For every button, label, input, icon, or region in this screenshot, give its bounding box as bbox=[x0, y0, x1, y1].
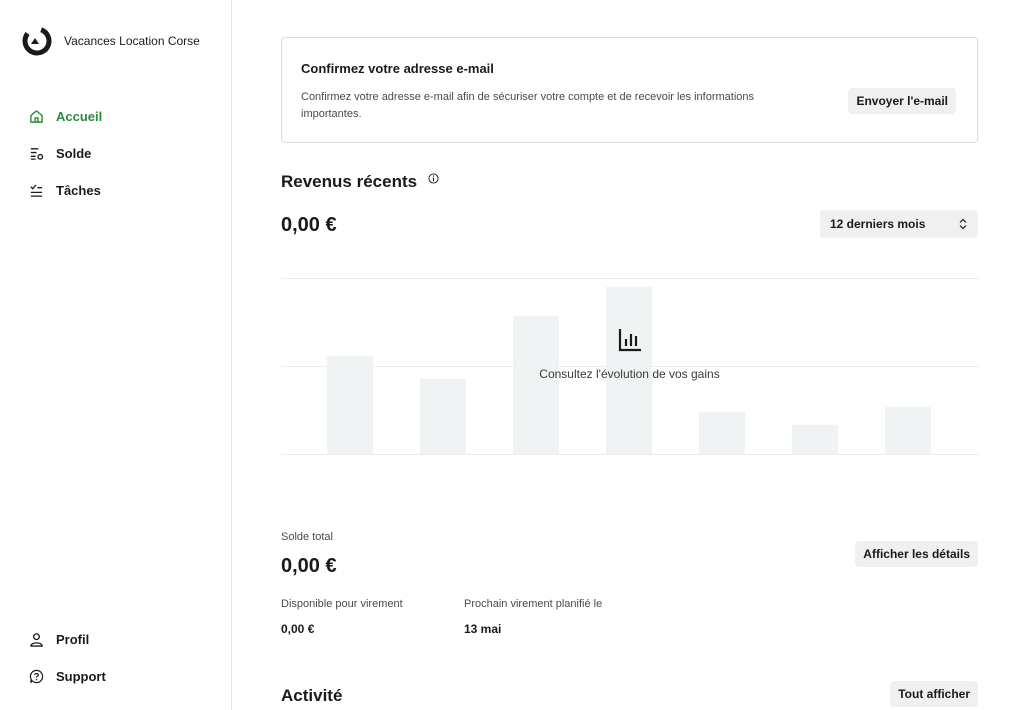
user-icon bbox=[28, 632, 44, 648]
email-confirmation-banner: Confirmez votre adresse e-mail Confirmez… bbox=[281, 37, 978, 143]
next-payout-label: Prochain virement planifié le bbox=[464, 598, 603, 610]
banner-title: Confirmez votre adresse e-mail bbox=[301, 61, 494, 76]
bottom-nav: Profil Support bbox=[28, 621, 106, 695]
sidebar: Vacances Location Corse Accueil Solde Tâ… bbox=[0, 0, 232, 710]
balance-amount: 0,00 € bbox=[281, 555, 337, 577]
period-select[interactable]: 12 derniers mois bbox=[820, 210, 978, 238]
home-icon bbox=[28, 109, 44, 125]
tasks-icon bbox=[28, 183, 44, 199]
chart-empty-caption: Consultez l'évolution de vos gains bbox=[539, 367, 720, 381]
brand-name: Vacances Location Corse bbox=[64, 34, 200, 48]
sidebar-item-label: Accueil bbox=[56, 109, 103, 124]
chart-empty-state: Consultez l'évolution de vos gains bbox=[281, 326, 978, 381]
activity-title: Activité bbox=[281, 686, 343, 705]
sidebar-item-label: Solde bbox=[56, 146, 92, 161]
show-details-button[interactable]: Afficher les détails bbox=[855, 541, 978, 567]
sidebar-item-label: Support bbox=[56, 669, 106, 684]
revenue-amount: 0,00 € bbox=[281, 214, 337, 236]
view-all-button[interactable]: Tout afficher bbox=[890, 681, 978, 707]
brand[interactable]: Vacances Location Corse bbox=[22, 26, 227, 56]
sidebar-item-label: Tâches bbox=[56, 183, 101, 198]
chart-bar bbox=[699, 411, 745, 454]
sidebar-item-profil[interactable]: Profil bbox=[28, 621, 106, 658]
chart-bar bbox=[420, 378, 466, 454]
available-value: 0,00 € bbox=[281, 622, 315, 636]
revenue-title-text: Revenus récents bbox=[281, 172, 418, 191]
chart-bar bbox=[885, 407, 931, 454]
next-payout-value: 13 mai bbox=[464, 622, 502, 636]
sidebar-item-support[interactable]: Support bbox=[28, 658, 106, 695]
revenue-chart: Consultez l'évolution de vos gains bbox=[281, 276, 978, 456]
help-icon bbox=[28, 669, 44, 685]
send-email-button[interactable]: Envoyer l'e-mail bbox=[848, 88, 956, 114]
available-label: Disponible pour virement bbox=[281, 598, 403, 610]
brand-logo-icon bbox=[22, 26, 52, 56]
main-nav: Accueil Solde Tâches bbox=[28, 98, 102, 209]
period-select-value: 12 derniers mois bbox=[830, 217, 926, 231]
sidebar-item-accueil[interactable]: Accueil bbox=[28, 98, 102, 135]
bar-chart-icon bbox=[618, 329, 641, 352]
info-icon[interactable] bbox=[428, 173, 439, 184]
banner-text: Confirmez votre adresse e-mail afin de s… bbox=[301, 91, 755, 120]
balance-icon bbox=[28, 146, 44, 162]
revenue-title: Revenus récents bbox=[281, 172, 439, 192]
balance-label: Solde total bbox=[281, 531, 333, 543]
chart-bar bbox=[792, 424, 838, 454]
sidebar-item-solde[interactable]: Solde bbox=[28, 135, 102, 172]
sidebar-item-taches[interactable]: Tâches bbox=[28, 172, 102, 209]
chevron-up-down-icon bbox=[959, 218, 967, 230]
sidebar-item-label: Profil bbox=[56, 632, 90, 647]
